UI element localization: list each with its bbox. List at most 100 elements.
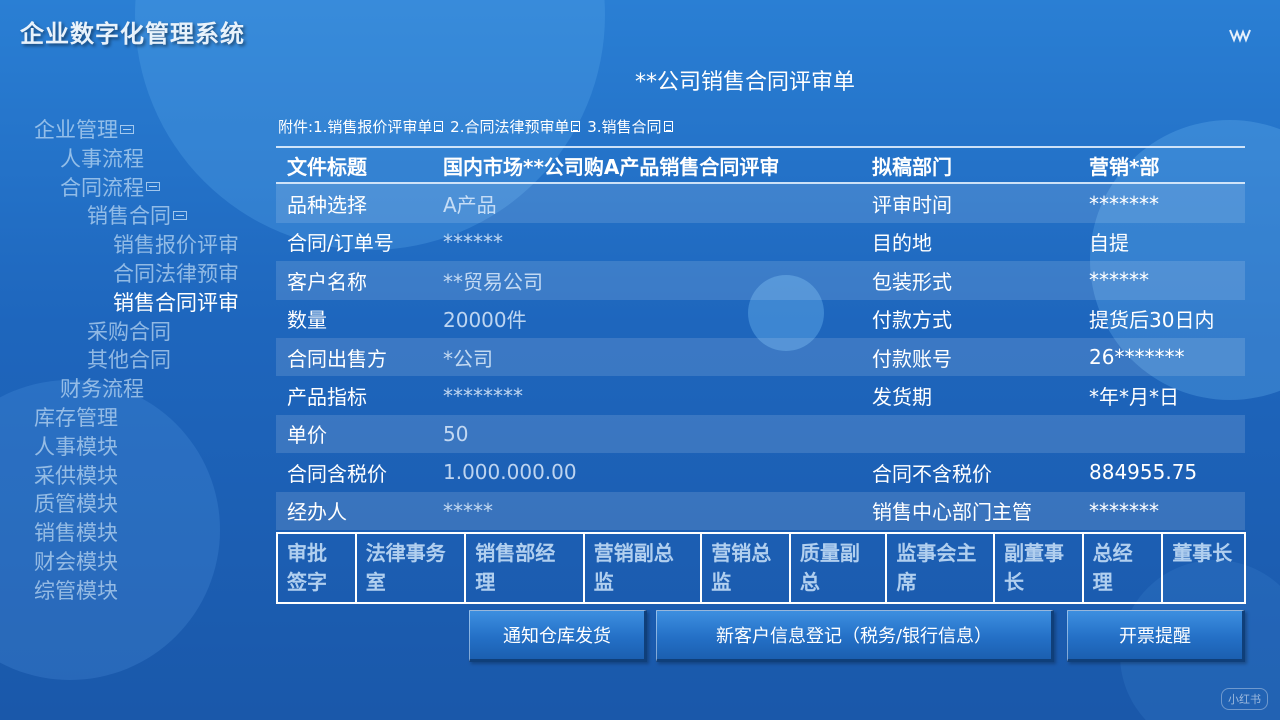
sidebar-item-label: 采购合同: [87, 319, 171, 344]
sidebar-item-label: 财务流程: [60, 377, 144, 402]
sidebar-item[interactable]: 人事流程: [34, 145, 274, 174]
form-label: 经办人: [287, 500, 347, 525]
sidebar-item[interactable]: 采购合同: [34, 318, 274, 347]
form-row: 产品指标 ******** 发货期 *年*月*日: [276, 376, 1245, 414]
contract-review-form: 文件标题 国内市场**公司购A产品销售合同评审 拟稿部门 营销*部 品种选择 A产…: [276, 146, 1245, 530]
sidebar-item[interactable]: 质管模块: [34, 490, 274, 519]
form-value: 国内市场**公司购A产品销售合同评审: [443, 154, 780, 179]
sidebar-item[interactable]: 销售合同评审: [34, 289, 274, 318]
approval-signature-cell[interactable]: 副董事长: [995, 534, 1084, 602]
sidebar-item[interactable]: 销售报价评审: [34, 231, 274, 260]
sidebar-item[interactable]: 销售模块: [34, 519, 274, 548]
page-title: **公司销售合同评审单: [634, 70, 855, 95]
document-icon: [571, 121, 581, 132]
attachment-quote-review-link[interactable]: 1.销售报价评审单: [313, 118, 445, 136]
sidebar-item[interactable]: 合同流程: [34, 174, 274, 203]
form-value: *******: [1089, 498, 1159, 523]
approval-signature-cell[interactable]: 营销副总监: [585, 534, 703, 602]
approval-signature-cell[interactable]: 质量副总: [791, 534, 888, 602]
sidebar-item-label: 合同法律预审: [113, 261, 239, 286]
collapse-icon[interactable]: [146, 182, 160, 192]
form-value: 自提: [1089, 231, 1129, 256]
form-value: **贸易公司: [443, 269, 543, 294]
new-customer-registration-button[interactable]: 新客户信息登记（税务/银行信息）: [656, 610, 1054, 662]
sidebar-item[interactable]: 财会模块: [34, 548, 274, 577]
form-label: 合同/订单号: [287, 231, 394, 256]
form-value: 884955.75: [1089, 460, 1198, 485]
approval-signature-cell[interactable]: 法律事务室: [357, 534, 467, 602]
form-label: 产品指标: [287, 385, 367, 410]
form-header-row: 文件标题 国内市场**公司购A产品销售合同评审 拟稿部门 营销*部: [276, 146, 1245, 185]
form-label: 品种选择: [287, 193, 367, 218]
sidebar-item[interactable]: 销售合同: [34, 202, 274, 231]
sidebar-item[interactable]: 库存管理: [34, 404, 274, 433]
form-row: 数量 20000件 付款方式 提货后30日内: [276, 300, 1245, 338]
sidebar-item[interactable]: 综管模块: [34, 577, 274, 606]
form-value: 1.000.000.00: [443, 460, 577, 485]
form-value: 营销*部: [1089, 154, 1160, 179]
sidebar-item[interactable]: 其他合同: [34, 346, 274, 375]
approval-label: 审批签字: [278, 534, 357, 602]
collapse-icon[interactable]: [120, 124, 134, 134]
form-row: 经办人 ***** 销售中心部门主管 *******: [276, 491, 1245, 530]
attachment-legal-review-link[interactable]: 2.合同法律预审单: [450, 118, 582, 136]
form-value: 26*******: [1089, 345, 1185, 370]
sidebar-item-label: 库存管理: [34, 405, 118, 430]
invoice-reminder-button[interactable]: 开票提醒: [1067, 610, 1245, 662]
attachments-label: 附件:: [278, 118, 314, 136]
form-row: 品种选择 A产品 评审时间 *******: [276, 184, 1245, 223]
form-label: 数量: [287, 308, 327, 333]
form-label: 客户名称: [287, 269, 367, 294]
sidebar-item-label: 销售合同: [87, 204, 171, 229]
app-title: 企业数字化管理系统: [20, 20, 245, 48]
watermark: 小红书: [1221, 688, 1268, 710]
sidebar-item[interactable]: 人事模块: [34, 433, 274, 462]
form-value: 20000件: [443, 308, 527, 333]
form-value: ********: [443, 383, 523, 408]
form-value: *****: [443, 498, 493, 523]
sidebar-item[interactable]: 财务流程: [34, 375, 274, 404]
form-value: 50: [443, 421, 469, 446]
document-icon: [434, 121, 444, 132]
sidebar-item-label: 销售合同评审: [113, 290, 239, 315]
form-value: *公司: [443, 346, 493, 371]
logo-icon: [1229, 29, 1251, 43]
form-row: 合同含税价 1.000.000.00 合同不含税价 884955.75: [276, 453, 1245, 491]
form-value: A产品: [443, 193, 497, 218]
form-label: 销售中心部门主管: [872, 500, 1032, 525]
form-label: 目的地: [872, 231, 932, 256]
approval-signature-cell[interactable]: 总经理: [1084, 534, 1164, 602]
sidebar-item-label: 企业管理: [34, 118, 118, 142]
approval-signature-row: 审批签字 法律事务室 销售部经理 营销副总监 营销总监 质量副总 监事会主席 副董事长 总经理董…: [276, 532, 1246, 604]
sidebar-nav: 企业管理人事流程合同流程销售合同销售报价评审 合同法律预审 销售合同评审采购合同其他…: [34, 116, 274, 606]
approval-signature-cell[interactable]: 监事会主席: [887, 534, 995, 602]
notify-warehouse-button[interactable]: 通知仓库发货: [469, 610, 647, 662]
approval-signature-cell[interactable]: 董事长: [1163, 534, 1244, 602]
sidebar-item-label: 销售报价评审: [113, 233, 239, 258]
form-label: 合同含税价: [287, 461, 387, 486]
form-row: 客户名称 **贸易公司 包装形式 ******: [276, 261, 1245, 300]
attachments-bar: 附件:1.销售报价评审单 2.合同法律预审单 3.销售合同: [278, 116, 675, 137]
form-label: 合同不含税价: [872, 461, 992, 486]
form-row: 合同出售方 *公司 付款账号 26*******: [276, 337, 1245, 377]
sidebar-item[interactable]: 合同法律预审: [34, 260, 274, 289]
sidebar-item[interactable]: 采供模块: [34, 462, 274, 491]
approval-signature-cell[interactable]: 营销总监: [702, 534, 791, 602]
attachment-sales-contract-link[interactable]: 3.销售合同: [587, 118, 674, 136]
form-row: 单价 50: [276, 414, 1245, 454]
sidebar-item-label: 人事模块: [34, 434, 118, 459]
sidebar-item-label: 财会模块: [34, 549, 118, 574]
collapse-icon[interactable]: [173, 210, 187, 220]
sidebar-item-label: 采供模块: [34, 463, 118, 488]
form-label: 发货期: [872, 385, 932, 410]
form-value: ******: [443, 229, 503, 254]
form-value: *******: [1089, 191, 1159, 216]
sidebar-item-label: 人事流程: [60, 146, 144, 171]
sidebar-item-label: 合同流程: [60, 175, 144, 200]
sidebar-item[interactable]: 企业管理: [34, 116, 274, 145]
form-label: 付款方式: [872, 308, 952, 333]
form-label: 拟稿部门: [872, 154, 952, 179]
sidebar-item-label: 其他合同: [87, 348, 171, 373]
form-label: 文件标题: [287, 154, 367, 179]
approval-signature-cell[interactable]: 销售部经理: [466, 534, 585, 602]
